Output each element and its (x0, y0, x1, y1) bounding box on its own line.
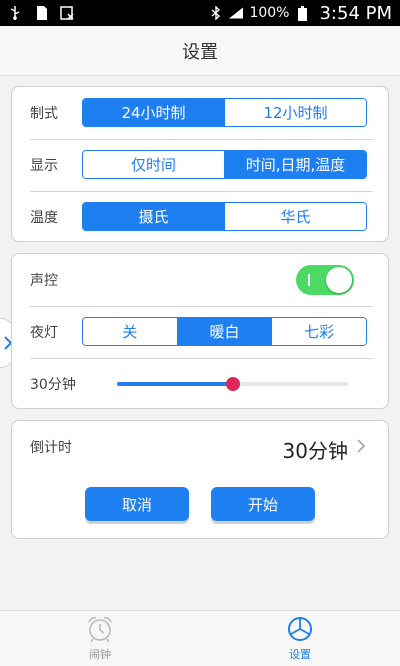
duration-slider-thumb[interactable] (225, 377, 240, 391)
blocked-message-icon (60, 6, 74, 20)
voice-row: 声控 (12, 254, 388, 306)
temperature-option-celsius[interactable]: 摄氏 (83, 203, 224, 230)
format-row: 制式 24小时制 12小时制 (12, 87, 388, 139)
bottom-tab-bar: 闹钟 设置 (0, 610, 400, 666)
cancel-button[interactable]: 取消 (85, 487, 189, 521)
duration-row: 30分钟 (12, 358, 388, 410)
display-option-time-date-temp[interactable]: 时间,日期,温度 (224, 151, 366, 178)
duration-label: 30分钟 (30, 377, 76, 393)
settings-dial-icon (288, 617, 312, 641)
countdown-row[interactable]: 倒计时 30分钟 (12, 421, 388, 473)
countdown-card: 倒计时 30分钟 取消 开始 (11, 420, 389, 539)
signal-icon (229, 6, 244, 20)
display-label: 显示 (30, 158, 58, 174)
temperature-row: 温度 摄氏 华氏 (12, 191, 388, 243)
display-row: 显示 仅时间 时间,日期,温度 (12, 139, 388, 191)
status-bar: 100% 3:54 PM (0, 0, 400, 26)
countdown-label: 倒计时 (30, 440, 72, 456)
voice-control-toggle[interactable] (296, 265, 354, 295)
temperature-segmented-control: 摄氏 华氏 (82, 202, 367, 231)
usb-icon (8, 6, 22, 20)
display-settings-card: 制式 24小时制 12小时制 显示 仅时间 时间,日期,温度 温度 摄氏 华氏 (11, 86, 389, 242)
chevron-right-icon (357, 439, 366, 453)
nightlight-row: 夜灯 关 暖白 七彩 (12, 306, 388, 358)
nightlight-option-warm-white[interactable]: 暖白 (176, 318, 272, 345)
temperature-label: 温度 (30, 210, 58, 226)
clock-time: 3:54 PM (319, 2, 392, 24)
start-button[interactable]: 开始 (211, 487, 315, 521)
countdown-value: 30分钟 (282, 439, 348, 463)
nightlight-segmented-control: 关 暖白 七彩 (82, 317, 367, 346)
bluetooth-icon (209, 6, 223, 20)
nightlight-label: 夜灯 (30, 325, 58, 341)
device-settings-card: 声控 夜灯 关 暖白 七彩 30分钟 (11, 253, 389, 409)
nightlight-option-colorful[interactable]: 七彩 (271, 318, 366, 345)
display-segmented-control: 仅时间 时间,日期,温度 (82, 150, 367, 179)
page-title: 设置 (0, 26, 400, 76)
duration-slider-track[interactable] (117, 377, 348, 391)
voice-label: 声控 (30, 273, 58, 289)
toggle-knob (326, 267, 352, 293)
battery-icon (295, 5, 309, 21)
battery-percent: 100% (249, 5, 290, 21)
display-option-time-only[interactable]: 仅时间 (83, 151, 224, 178)
tab-alarm[interactable]: 闹钟 (0, 611, 200, 666)
alarm-clock-icon (88, 617, 112, 643)
format-option-24h[interactable]: 24小时制 (83, 99, 224, 126)
format-label: 制式 (30, 106, 58, 122)
duration-slider-fill (117, 382, 233, 386)
tab-settings-label: 设置 (289, 648, 311, 661)
tab-alarm-label: 闹钟 (89, 648, 111, 661)
temperature-option-fahrenheit[interactable]: 华氏 (224, 203, 366, 230)
toggle-on-mark (308, 274, 310, 286)
format-option-12h[interactable]: 12小时制 (224, 99, 366, 126)
format-segmented-control: 24小时制 12小时制 (82, 98, 367, 127)
sd-card-icon (34, 6, 48, 20)
tab-settings[interactable]: 设置 (200, 611, 400, 666)
nightlight-option-off[interactable]: 关 (83, 318, 177, 345)
